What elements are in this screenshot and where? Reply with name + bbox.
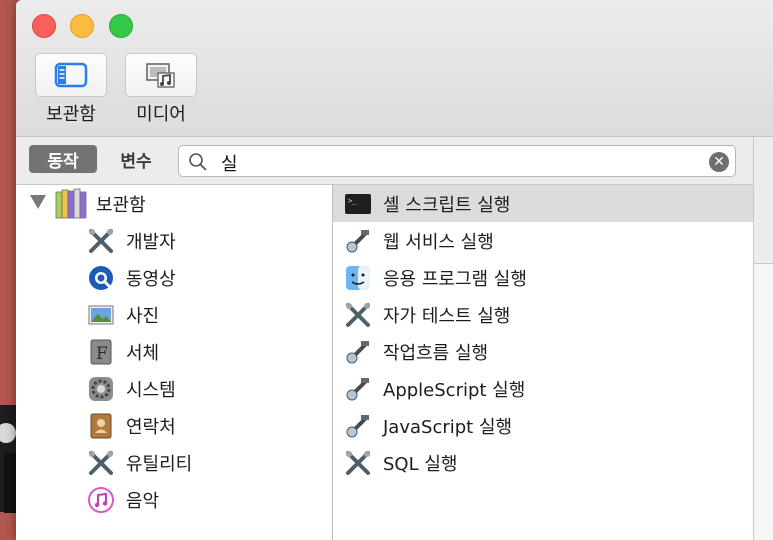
- svg-text:>_: >_: [348, 197, 357, 205]
- library-root-label: 보관함: [96, 195, 146, 216]
- library-pane: 보관함 개발자 동영상 사진 F 서체 시스템 연락처 유틸리티 음악: [16, 185, 333, 540]
- system-icon: [86, 374, 116, 404]
- action-item-label: 자가 테스트 실행: [383, 305, 511, 327]
- action-item-run-shell-script[interactable]: >_ 셸 스크립트 실행: [333, 185, 753, 222]
- action-item-run-sql[interactable]: SQL 실행: [333, 444, 753, 481]
- background-window-control: [0, 423, 16, 443]
- media-button[interactable]: [125, 53, 197, 97]
- automator-icon: [343, 337, 373, 367]
- music-icon: [86, 485, 116, 515]
- library-books-icon: [55, 188, 87, 219]
- tools-icon: [86, 448, 116, 478]
- search-field[interactable]: 실 ✕: [178, 145, 736, 177]
- workflow-panel: [754, 263, 773, 540]
- action-item-label: AppleScript 실행: [383, 379, 526, 401]
- variables-tab[interactable]: 변수: [106, 145, 166, 173]
- minimize-button[interactable]: [70, 14, 94, 38]
- photo-icon: [86, 300, 116, 330]
- library-item-movies[interactable]: 동영상: [86, 259, 326, 296]
- library-item-label: 서체: [126, 342, 160, 364]
- action-item-label: JavaScript 실행: [383, 416, 513, 438]
- search-icon: [189, 153, 207, 171]
- tools-icon: [86, 226, 116, 256]
- workflow-area-edge: [753, 137, 773, 540]
- quicktime-icon: [86, 263, 116, 293]
- media-icon: [146, 63, 175, 88]
- library-item-label: 개발자: [126, 231, 176, 253]
- library-toggle-button[interactable]: [35, 53, 107, 97]
- library-item-label: 유틸리티: [126, 453, 193, 475]
- actions-pane: >_ 셸 스크립트 실행 웹 서비스 실행 응용 프로그램 실행 자가 테스트 …: [333, 185, 753, 540]
- automator-icon: [343, 411, 373, 441]
- library-item-fonts[interactable]: F 서체: [86, 333, 326, 370]
- library-item-system[interactable]: 시스템: [86, 370, 326, 407]
- zoom-button[interactable]: [109, 14, 133, 38]
- action-item-run-javascript[interactable]: JavaScript 실행: [333, 407, 753, 444]
- media-label: 미디어: [136, 104, 186, 125]
- sidebar-icon: [54, 62, 88, 88]
- library-item-label: 사진: [126, 305, 160, 327]
- filter-bar: 동작 변수 실 ✕: [16, 137, 773, 185]
- library-item-photos[interactable]: 사진: [86, 296, 326, 333]
- library-item-utilities[interactable]: 유틸리티: [86, 444, 326, 481]
- library-item-label: 음악: [126, 490, 160, 512]
- close-button[interactable]: [32, 14, 56, 38]
- tools-icon: [343, 448, 373, 478]
- action-item-label: 작업흐름 실행: [383, 342, 489, 364]
- automator-icon: [343, 226, 373, 256]
- contacts-icon: [86, 411, 116, 441]
- library-item-label: 연락처: [126, 416, 176, 438]
- window-titlebar: 보관함 미디어: [16, 0, 773, 137]
- finder-icon: [343, 263, 373, 293]
- action-item-run-application[interactable]: 응용 프로그램 실행: [333, 259, 753, 296]
- actions-tab[interactable]: 동작: [29, 145, 97, 173]
- font-icon: F: [86, 337, 116, 367]
- automator-icon: [343, 374, 373, 404]
- action-item-label: 응용 프로그램 실행: [383, 268, 527, 290]
- action-item-run-workflow[interactable]: 작업흐름 실행: [333, 333, 753, 370]
- clear-search-icon[interactable]: ✕: [709, 152, 729, 172]
- library-root-item[interactable]: 보관함: [16, 185, 332, 222]
- action-item-run-self-test[interactable]: 자가 테스트 실행: [333, 296, 753, 333]
- action-item-label: 웹 서비스 실행: [383, 231, 494, 253]
- disclosure-triangle-icon[interactable]: [30, 195, 46, 209]
- library-item-label: 동영상: [126, 268, 176, 290]
- automator-library-window: 보관함 미디어 동작 변수 실 ✕ 보관함 개발자 동영상 사진 F 서체 시스…: [16, 0, 773, 540]
- library-item-label: 시스템: [126, 379, 176, 401]
- action-item-label: 셸 스크립트 실행: [383, 194, 511, 216]
- action-item-run-applescript[interactable]: AppleScript 실행: [333, 370, 753, 407]
- tools-icon: [343, 300, 373, 330]
- search-query[interactable]: 실: [221, 150, 238, 176]
- library-item-developer[interactable]: 개발자: [86, 222, 326, 259]
- action-item-label: SQL 실행: [383, 453, 458, 475]
- svg-text:F: F: [96, 344, 108, 364]
- library-item-music[interactable]: 음악: [86, 481, 326, 518]
- library-label: 보관함: [46, 104, 96, 125]
- action-item-run-web-service[interactable]: 웹 서비스 실행: [333, 222, 753, 259]
- library-item-contacts[interactable]: 연락처: [86, 407, 326, 444]
- terminal-icon: >_: [343, 189, 373, 219]
